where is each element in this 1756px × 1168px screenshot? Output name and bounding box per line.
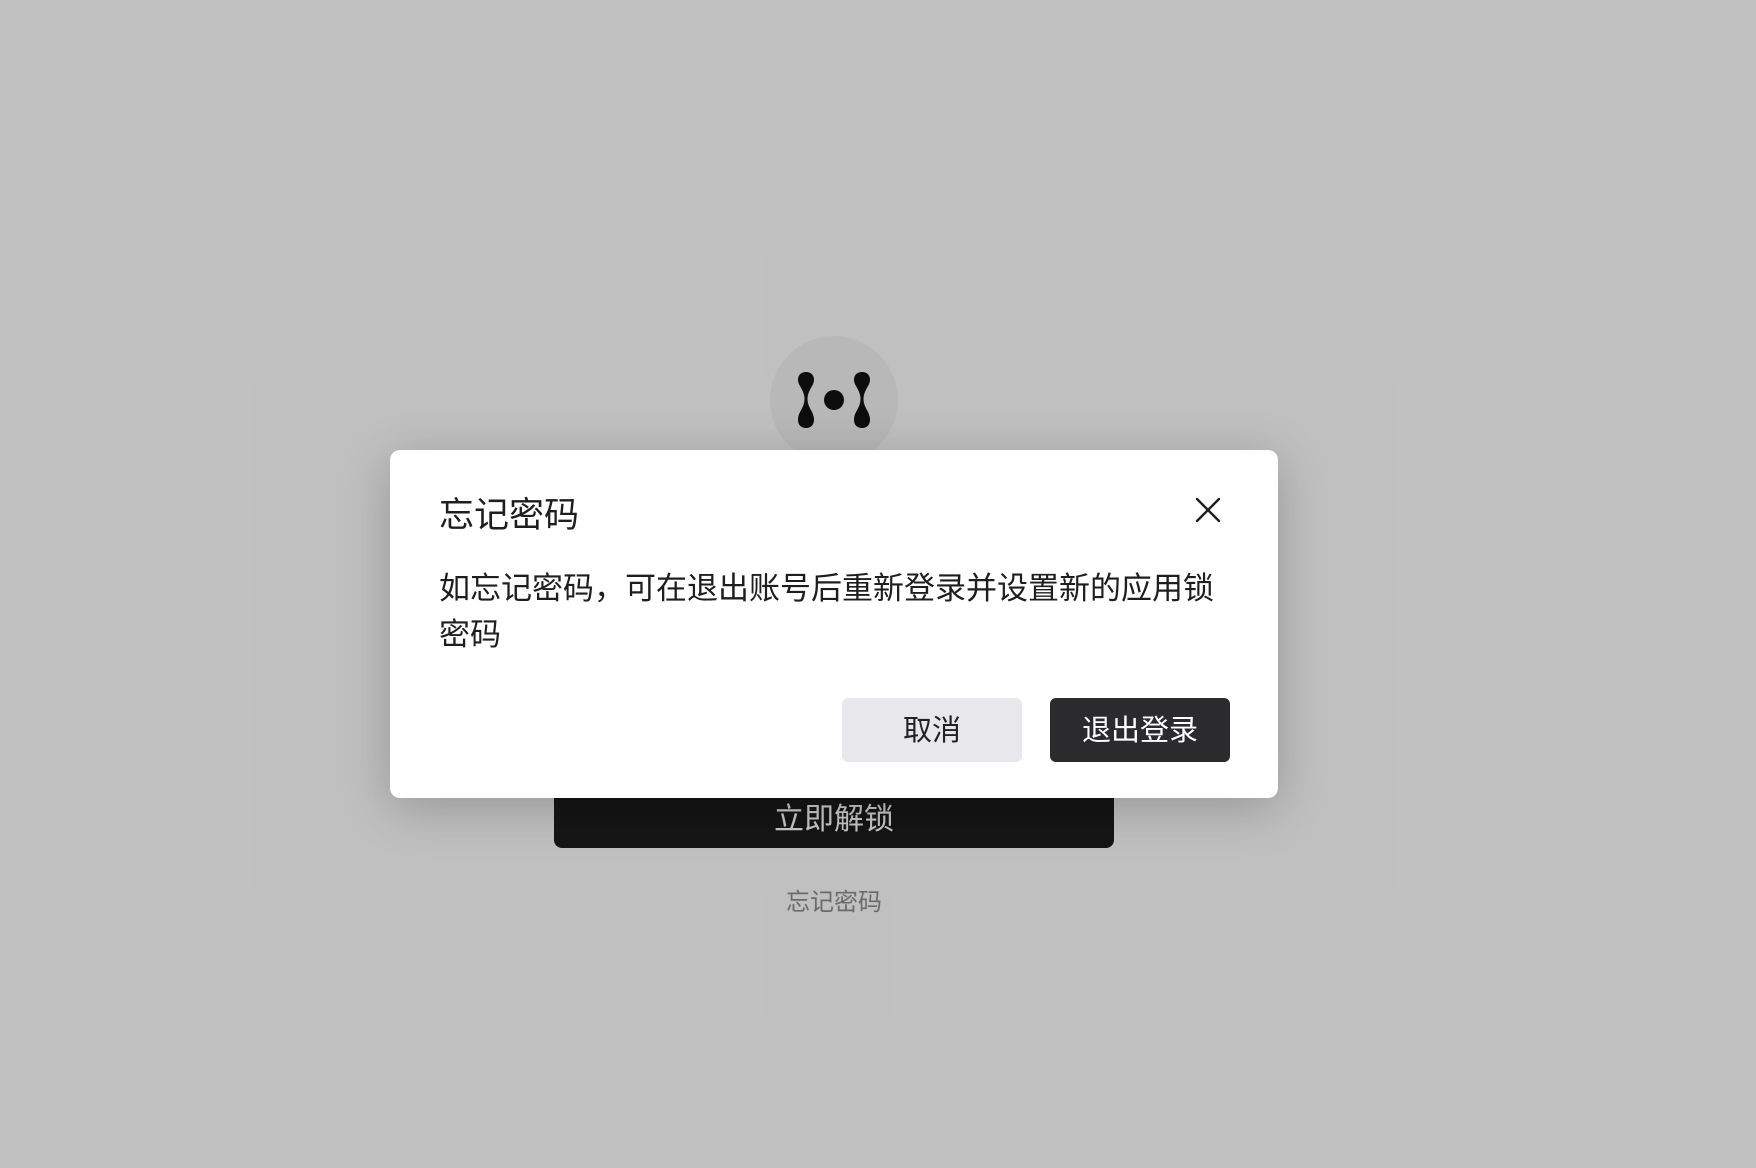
close-icon	[1195, 497, 1221, 523]
cancel-button[interactable]: 取消	[842, 698, 1022, 762]
logout-button[interactable]: 退出登录	[1050, 698, 1230, 762]
close-button[interactable]	[1190, 492, 1226, 528]
dialog-message: 如忘记密码，可在退出账号后重新登录并设置新的应用锁密码	[439, 571, 1214, 653]
forgot-password-dialog: 忘记密码 如忘记密码，可在退出账号后重新登录并设置新的应用锁密码 取消 退出登录	[390, 450, 1278, 798]
dialog-title: 忘记密码	[439, 496, 580, 536]
